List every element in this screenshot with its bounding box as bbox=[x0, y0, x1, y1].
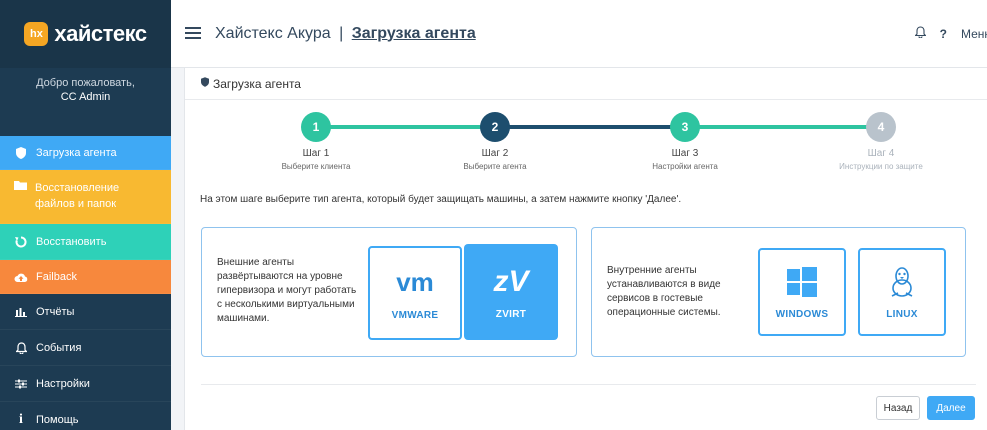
windows-agent-tile[interactable]: WINDOWS bbox=[758, 248, 846, 336]
agent-download-card: Загрузка агента 1 Шаг 1 Выберите клиента… bbox=[184, 68, 987, 430]
next-button[interactable]: Далее bbox=[927, 396, 975, 420]
step-label: Шаг 1 bbox=[302, 148, 330, 159]
wizard-step-3[interactable]: 3 Шаг 3 Настройки агента bbox=[620, 112, 750, 171]
sidebar-item-label: События bbox=[36, 341, 82, 354]
step-label: Шаг 3 bbox=[671, 148, 699, 159]
folder-icon bbox=[14, 180, 27, 190]
step-label: Шаг 4 bbox=[867, 148, 895, 159]
help-question-icon[interactable]: ? bbox=[940, 27, 947, 41]
welcome-block: Добро пожаловать, CC Admin bbox=[0, 68, 171, 128]
sidebar-item-reports[interactable]: Отчёты bbox=[0, 294, 171, 330]
windows-logo-icon bbox=[787, 265, 817, 299]
step-sublabel: Выберите агента bbox=[463, 162, 527, 171]
breadcrumb-app[interactable]: Хайстекс Акура bbox=[215, 25, 331, 42]
shield-icon bbox=[14, 146, 28, 159]
sidebar-item-agent-download[interactable]: Загрузка агента bbox=[0, 136, 171, 170]
breadcrumb: Хайстекс Акура | Загрузка агента bbox=[215, 25, 476, 43]
sliders-icon bbox=[14, 379, 28, 389]
step-sublabel: Инструкции по защите bbox=[839, 162, 923, 171]
vmware-agent-tile[interactable]: vm VMWARE bbox=[368, 246, 462, 340]
card-header: Загрузка агента bbox=[185, 68, 987, 100]
sidebar-item-label: Настройки bbox=[36, 377, 90, 390]
shield-icon bbox=[201, 77, 209, 90]
step-circle: 1 bbox=[301, 112, 331, 142]
footer-divider bbox=[201, 384, 976, 385]
internal-agents-description: Внутренние агенты устанавливаются в виде… bbox=[607, 265, 721, 318]
linux-tux-icon bbox=[889, 265, 915, 299]
sidebar-item-label: Failback bbox=[36, 270, 77, 283]
brand-name: хайстекс bbox=[54, 21, 147, 46]
wizard-step-2[interactable]: 2 Шаг 2 Выберите агента bbox=[430, 112, 560, 171]
sidebar-item-label: Помощь bbox=[36, 413, 79, 426]
sidebar-item-failback[interactable]: Failback bbox=[0, 260, 171, 294]
sidebar-item-help[interactable]: i Помощь bbox=[0, 402, 171, 430]
sidebar-item-label: Восстановить bbox=[36, 235, 107, 248]
step-sublabel: Выберите клиента bbox=[281, 162, 351, 171]
step-label: Шаг 2 bbox=[481, 148, 509, 159]
top-bar: Хайстекс Акура | Загрузка агента ? Меню bbox=[171, 0, 987, 68]
sidebar-item-label: Загрузка агента bbox=[36, 146, 117, 159]
top-right-actions: ? Меню bbox=[913, 26, 987, 41]
step-circle: 3 bbox=[670, 112, 700, 142]
sidebar-item-restore[interactable]: Восстановить bbox=[0, 224, 171, 260]
zvirt-agent-tile[interactable]: zV ZVIRT bbox=[464, 244, 558, 340]
sidebar-item-settings[interactable]: Настройки bbox=[0, 366, 171, 402]
sidebar-item-label: Отчёты bbox=[36, 305, 75, 318]
tile-label: ZVIRT bbox=[495, 308, 527, 320]
sidebar-item-events[interactable]: События bbox=[0, 330, 171, 366]
sidebar-item-label: Восстановление файлов и папок bbox=[35, 182, 120, 210]
wizard-stepper: 1 Шаг 1 Выберите клиента 2 Шаг 2 Выберит… bbox=[185, 112, 987, 182]
restore-icon bbox=[14, 235, 28, 248]
hamburger-menu-icon[interactable] bbox=[185, 23, 205, 44]
bell-icon bbox=[14, 341, 28, 354]
bar-chart-icon bbox=[14, 307, 28, 317]
welcome-greeting: Добро пожаловать, bbox=[36, 77, 135, 89]
welcome-user: CC Admin bbox=[60, 91, 111, 103]
sidebar-item-restore-files[interactable]: Восстановление файлов и папок bbox=[0, 170, 171, 224]
linux-agent-tile[interactable]: LINUX bbox=[858, 248, 946, 336]
notifications-bell-icon[interactable] bbox=[913, 26, 927, 41]
wizard-step-1[interactable]: 1 Шаг 1 Выберите клиента bbox=[251, 112, 381, 171]
external-agents-panel: Внешние агенты развёртываются на уровне … bbox=[201, 227, 577, 357]
tile-label: WINDOWS bbox=[775, 308, 829, 320]
cloud-upload-icon bbox=[14, 272, 28, 282]
wizard-step-4: 4 Шаг 4 Инструкции по защите bbox=[816, 112, 946, 171]
step-circle: 4 bbox=[866, 112, 896, 142]
brand-badge: hx bbox=[24, 22, 49, 46]
tile-label: LINUX bbox=[886, 308, 918, 320]
vmware-logo-icon: vm bbox=[396, 267, 434, 297]
step-instruction: На этом шаге выберите тип агента, которы… bbox=[200, 194, 682, 205]
breadcrumb-separator: | bbox=[339, 24, 344, 42]
tile-label: VMWARE bbox=[391, 309, 439, 321]
internal-agents-panel: Внутренние агенты устанавливаются в виде… bbox=[591, 227, 966, 357]
breadcrumb-current[interactable]: Загрузка агента bbox=[352, 25, 476, 42]
external-agents-description: Внешние агенты развёртываются на уровне … bbox=[217, 257, 357, 324]
step-circle: 2 bbox=[480, 112, 510, 142]
step-sublabel: Настройки агента bbox=[652, 162, 718, 171]
user-menu[interactable]: Меню bbox=[961, 27, 987, 41]
zvirt-logo-icon: zV bbox=[493, 264, 529, 298]
info-icon: i bbox=[19, 411, 23, 427]
back-button[interactable]: Назад bbox=[876, 396, 920, 420]
brand-logo[interactable]: hx хайстекс bbox=[0, 0, 171, 68]
sidebar: hx хайстекс Добро пожаловать, CC Admin З… bbox=[0, 0, 171, 430]
card-title: Загрузка агента bbox=[213, 76, 301, 91]
